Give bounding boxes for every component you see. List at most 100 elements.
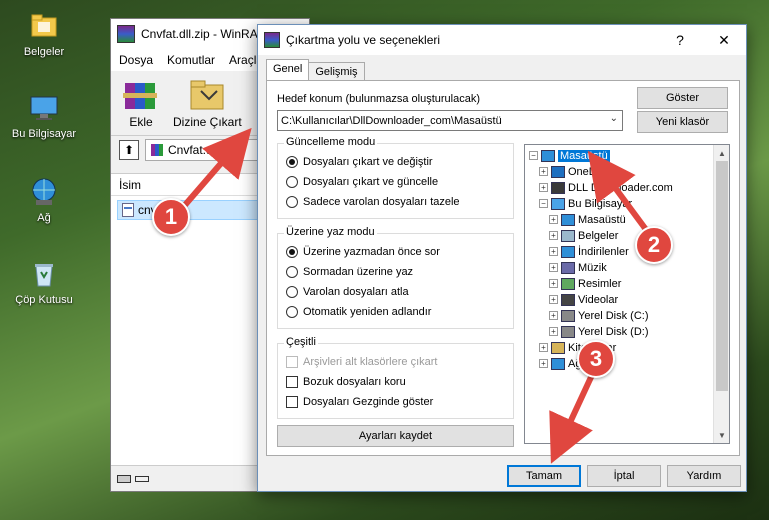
misc-option-show-in-explorer[interactable]: Dosyaları Gezginde göster xyxy=(286,396,433,408)
column-name-label: İsim xyxy=(119,177,141,192)
radio[interactable] xyxy=(286,176,298,188)
tree-node-label: Yerel Disk (D:) xyxy=(578,325,649,338)
overwrite-option-rename[interactable]: Otomatik yeniden adlandır xyxy=(286,306,431,318)
tree-node[interactable]: + Ağ xyxy=(539,356,581,371)
tree-node[interactable]: + Müzik xyxy=(549,260,607,275)
tree-node[interactable]: + DLL Downloader.com xyxy=(539,180,673,195)
radio[interactable] xyxy=(286,266,298,278)
expand-icon[interactable]: + xyxy=(549,247,558,256)
tree-node[interactable]: − Masaüstü xyxy=(529,148,610,163)
show-button[interactable]: Göster xyxy=(637,87,728,109)
expand-icon[interactable]: + xyxy=(549,263,558,272)
radio-selected[interactable] xyxy=(286,246,298,258)
option-label: Dosyaları çıkart ve değiştir xyxy=(303,156,433,168)
overwrite-option-ask[interactable]: Üzerine yazmadan önce sor xyxy=(286,246,440,258)
collapse-icon[interactable]: − xyxy=(539,199,548,208)
scroll-up-icon[interactable]: ▲ xyxy=(714,145,729,161)
extract-to-button[interactable]: Dizine Çıkart xyxy=(173,77,242,129)
destination-combobox[interactable]: C:\Kullanıcılar\DllDownloader_com\Masaüs… xyxy=(277,110,623,131)
scroll-down-icon[interactable]: ▼ xyxy=(714,427,729,443)
update-option-extract-update[interactable]: Dosyaları çıkart ve güncelle xyxy=(286,176,438,188)
help-button[interactable]: Yardım xyxy=(667,465,741,487)
winrar-app-icon xyxy=(117,25,135,43)
tree-node-label: İndirilenler xyxy=(578,245,629,258)
expand-icon[interactable]: + xyxy=(549,311,558,320)
option-label: Otomatik yeniden adlandır xyxy=(303,306,432,318)
overwrite-option-without-prompt[interactable]: Sormadan üzerine yaz xyxy=(286,266,413,278)
tree-node-label: OneDrive xyxy=(568,165,615,178)
tree-node[interactable]: + OneDrive xyxy=(539,164,614,179)
checkbox[interactable] xyxy=(286,396,298,408)
menu-file[interactable]: Dosya xyxy=(119,53,153,67)
desktop-icon xyxy=(541,149,555,162)
expand-icon[interactable]: + xyxy=(549,215,558,224)
overwrite-mode-title: Üzerine yaz modu xyxy=(284,226,377,238)
update-option-extract-replace[interactable]: Dosyaları çıkart ve değiştir xyxy=(286,156,433,168)
expand-icon[interactable]: + xyxy=(549,327,558,336)
tab-general[interactable]: Genel xyxy=(266,59,310,81)
extract-folder-icon xyxy=(185,77,229,111)
checkbox-disabled xyxy=(286,356,298,368)
expand-icon[interactable]: + xyxy=(539,343,548,352)
option-label: Dosyaları Gezginde göster xyxy=(303,396,434,408)
tree-node[interactable]: + Belgeler xyxy=(549,228,618,243)
up-arrow-icon: ⬆ xyxy=(123,142,135,157)
up-folder-button[interactable]: ⬆ xyxy=(119,139,139,160)
tree-node-label: Bu Bilgisayar xyxy=(568,197,633,210)
cancel-button[interactable]: İptal xyxy=(587,465,661,487)
tree-node[interactable]: − Bu Bilgisayar xyxy=(539,196,632,211)
expand-icon[interactable]: + xyxy=(549,295,558,304)
radio[interactable] xyxy=(286,286,298,298)
tree-node[interactable]: + Yerel Disk (C:) xyxy=(549,308,649,323)
collapse-icon[interactable]: − xyxy=(529,151,538,160)
tree-node[interactable]: + İndirilenler xyxy=(549,244,629,259)
new-folder-button[interactable]: Yeni klasör xyxy=(637,111,728,133)
expand-icon[interactable]: + xyxy=(549,231,558,240)
zip-icon xyxy=(151,143,163,156)
tree-node[interactable]: + Videolar xyxy=(549,292,618,307)
tree-node[interactable]: + Resimler xyxy=(549,276,621,291)
desktop-icon-network[interactable]: Ağ xyxy=(6,176,82,224)
network-icon xyxy=(551,357,565,370)
option-label: Bozuk dosyaları koru xyxy=(303,376,406,388)
overwrite-option-skip[interactable]: Varolan dosyaları atla xyxy=(286,286,409,298)
radio[interactable] xyxy=(286,196,298,208)
desktop-icon-recycle-bin[interactable]: Çöp Kutusu xyxy=(6,258,82,306)
winrar-app-icon xyxy=(264,32,280,48)
desktop-icon-label: Çöp Kutusu xyxy=(15,294,73,306)
option-label: Üzerine yazmadan önce sor xyxy=(303,246,440,258)
misc-option-keep-broken[interactable]: Bozuk dosyaları koru xyxy=(286,376,406,388)
desktop-icon-this-pc[interactable]: Bu Bilgisayar xyxy=(6,92,82,140)
close-button[interactable]: ✕ xyxy=(702,25,746,55)
misc-title: Çeşitli xyxy=(284,336,318,348)
tree-node[interactable]: + Masaüstü xyxy=(549,212,626,227)
ok-button[interactable]: Tamam xyxy=(507,465,581,487)
downloads-icon xyxy=(561,245,575,258)
add-label: Ekle xyxy=(129,115,153,129)
expand-icon[interactable]: + xyxy=(539,359,548,368)
documents-folder-icon xyxy=(28,10,60,42)
radio[interactable] xyxy=(286,306,298,318)
help-title-button[interactable]: ? xyxy=(658,25,702,55)
desktop-icon-documents[interactable]: Belgeler xyxy=(6,10,82,58)
radio-selected[interactable] xyxy=(286,156,298,168)
menu-commands[interactable]: Komutlar xyxy=(167,53,215,67)
option-label: Arşivleri alt klasörlere çıkart xyxy=(303,356,438,368)
add-button[interactable]: Ekle xyxy=(119,77,163,129)
tree-node-label: Belgeler xyxy=(578,229,619,242)
scroll-thumb[interactable] xyxy=(716,161,728,391)
tab-advanced[interactable]: Gelişmiş xyxy=(308,62,365,81)
folder-tree[interactable]: ▲ ▼ − Masaüstü + OneDrive + DLL Downloader.co… xyxy=(524,144,730,444)
chevron-down-icon[interactable]: ⌄ xyxy=(610,113,618,124)
desktop-icon-label: Ağ xyxy=(37,212,51,224)
checkbox[interactable] xyxy=(286,376,298,388)
documents-icon xyxy=(561,229,575,242)
tree-node[interactable]: + Yerel Disk (D:) xyxy=(549,324,649,339)
tree-scrollbar[interactable]: ▲ ▼ xyxy=(713,145,729,443)
expand-icon[interactable]: + xyxy=(539,183,548,192)
tree-node-label: Resimler xyxy=(578,277,622,290)
expand-icon[interactable]: + xyxy=(539,167,548,176)
update-option-fresh-existing[interactable]: Sadece varolan dosyaları tazele xyxy=(286,196,460,208)
expand-icon[interactable]: + xyxy=(549,279,558,288)
save-settings-button[interactable]: Ayarları kaydet xyxy=(277,425,514,447)
